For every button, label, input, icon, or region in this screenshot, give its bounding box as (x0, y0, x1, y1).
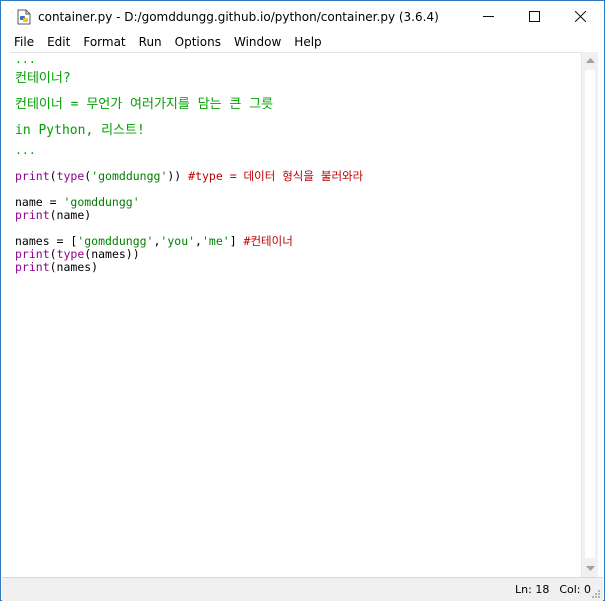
arrow-down-icon[interactable] (582, 560, 599, 577)
close-button[interactable] (557, 2, 603, 31)
menu-help[interactable]: Help (288, 33, 327, 51)
code-token: ( (49, 247, 57, 261)
code-token: 'gomddungg' (91, 169, 168, 183)
code-token: ... (15, 52, 36, 66)
menu-bar: File Edit Format Run Options Window Help (2, 31, 603, 52)
menu-edit[interactable]: Edit (41, 33, 76, 51)
code-token: print (15, 247, 50, 261)
line-number: Ln: 18 (515, 583, 550, 596)
code-line: ... (15, 144, 363, 157)
code-line: 컨테이너 = 무언가 여러가지를 담는 큰 그릇 (15, 92, 363, 118)
code-token: 'me' (201, 234, 230, 248)
maximize-button[interactable] (511, 2, 557, 31)
code-token: #type = 데이터 형식을 불러와라 (188, 169, 364, 183)
python-file-icon (16, 9, 32, 25)
window-title: container.py - D:/gomddungg.github.io/py… (38, 9, 439, 24)
menu-format[interactable]: Format (77, 33, 131, 51)
code-token: ] (229, 234, 244, 248)
code-token: print (15, 260, 50, 274)
menu-run[interactable]: Run (133, 33, 168, 51)
code-token: ( (49, 169, 57, 183)
code-token: (name) (49, 208, 92, 222)
code-text: ... 컨테이너? 컨테이너 = 무언가 여러가지를 담는 큰 그릇 in Pytho… (15, 53, 363, 274)
code-line: 컨테이너? (15, 66, 363, 92)
close-icon (574, 11, 586, 22)
title-bar[interactable]: container.py - D:/gomddungg.github.io/py… (2, 2, 603, 31)
minimize-button[interactable] (465, 2, 511, 31)
idle-editor-window: container.py - D:/gomddungg.github.io/py… (0, 0, 605, 601)
arrow-up-icon[interactable] (582, 52, 599, 69)
menu-file[interactable]: File (8, 33, 40, 51)
code-token: #컨테이너 (243, 234, 293, 248)
minimize-icon (482, 16, 494, 17)
maximize-icon (528, 11, 540, 22)
code-token: print (15, 208, 50, 222)
code-token: print (15, 169, 50, 183)
code-token: type (56, 247, 85, 261)
menu-window[interactable]: Window (228, 33, 287, 51)
code-token: names = [ (15, 234, 78, 248)
menu-options[interactable]: Options (169, 33, 227, 51)
code-token: 컨테이너 = 무언가 여러가지를 담는 큰 그릇 (15, 97, 274, 112)
code-token: ... (15, 143, 36, 157)
code-token: 'gomddungg' (63, 195, 140, 209)
code-token: in Python, 리스트! (15, 123, 145, 138)
code-token: , (195, 234, 202, 248)
code-line: print(name) (15, 209, 363, 222)
column-number: Col: 0 (559, 583, 591, 596)
code-line: in Python, 리스트! (15, 118, 363, 144)
code-line: print(type('gomddungg')) #type = 데이터 형식을… (15, 170, 363, 183)
code-editor[interactable]: ... 컨테이너? 컨테이너 = 무언가 여러가지를 담는 큰 그릇 in Pytho… (10, 52, 581, 577)
code-token: 'gomddungg' (77, 234, 154, 248)
code-token: name = (15, 195, 64, 209)
window-controls (465, 2, 603, 31)
code-token: )) (167, 169, 189, 183)
code-line: ... (15, 53, 363, 66)
code-token: (names)) (84, 247, 140, 261)
resize-grip-icon[interactable] (591, 589, 601, 599)
status-bar: Ln: 18 Col: 0 (2, 577, 603, 601)
code-token: 'you' (160, 234, 196, 248)
code-token: type (56, 169, 85, 183)
vertical-scrollbar[interactable] (581, 52, 598, 577)
code-token: (names) (49, 260, 99, 274)
scrollbar-thumb[interactable] (585, 70, 595, 558)
code-token: 컨테이너? (15, 71, 71, 86)
code-line: print(names) (15, 261, 363, 274)
